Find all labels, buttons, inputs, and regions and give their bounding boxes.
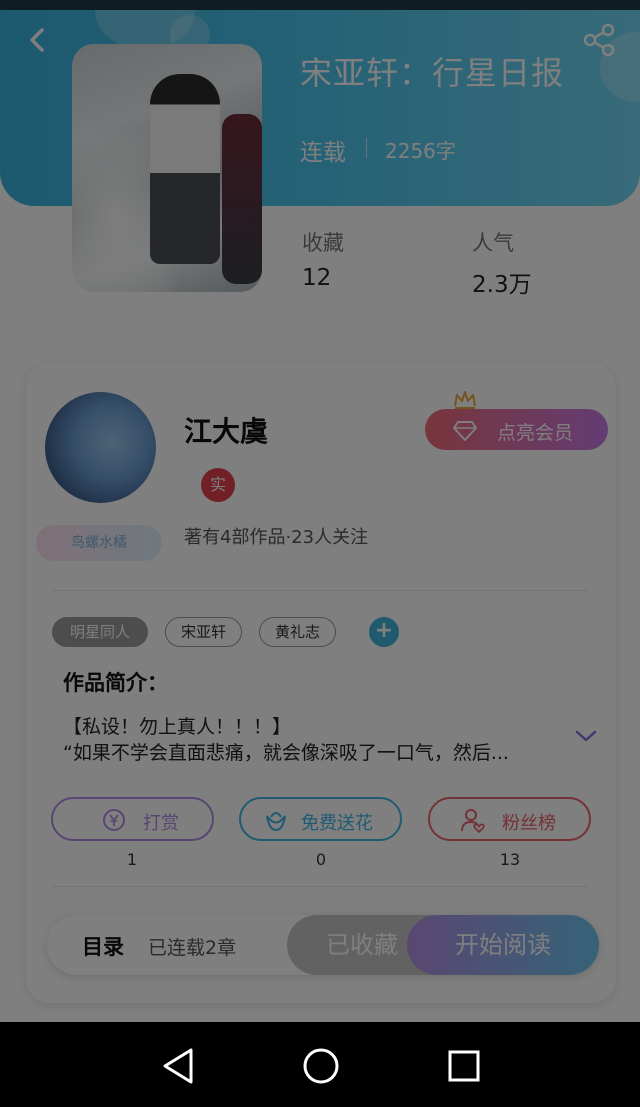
start-reading-button[interactable]: 开始阅读 (407, 915, 599, 975)
chevron-left-icon (30, 28, 44, 52)
intro-text-line: “如果不学会直面悲痛，就会像深吸了一口气，然后... (63, 742, 509, 764)
nav-home-icon[interactable] (297, 1042, 345, 1090)
back-button[interactable] (18, 20, 58, 60)
book-title: 宋亚轩：行星日报 (300, 54, 565, 92)
fan-heart-icon (461, 809, 485, 833)
divider (52, 590, 587, 591)
author-stats: 著有4部作品·23人关注 (184, 527, 369, 548)
reward-count: 1 (126, 850, 138, 869)
meta-divider (366, 138, 367, 158)
status-bar (0, 0, 640, 10)
crown-icon (454, 391, 476, 409)
intro-title: 作品简介： (63, 671, 168, 695)
book-status: 连载 (300, 140, 346, 166)
avatar[interactable] (45, 392, 156, 503)
send-flower-button[interactable]: 免费送花 (239, 797, 402, 841)
favorites-value: 12 (302, 265, 332, 291)
intro-text-line: 【私设！勿上真人！！！】 (63, 716, 292, 738)
verified-badge: 实 (201, 468, 235, 502)
book-cover-image[interactable] (72, 44, 262, 292)
nav-back-icon[interactable] (155, 1042, 203, 1090)
divider (52, 886, 587, 887)
reward-button-label: 打赏 (143, 813, 179, 834)
fan-ranking-label: 粉丝榜 (502, 813, 556, 834)
share-button[interactable] (580, 20, 620, 60)
send-flower-label: 免费送花 (301, 813, 373, 834)
flower-count: 0 (315, 850, 327, 869)
chevron-down-icon[interactable] (574, 728, 598, 744)
word-count: 2256字 (385, 139, 456, 163)
cover-figure (222, 114, 262, 284)
system-nav-bar (0, 1022, 640, 1107)
favorites-label: 收藏 (302, 231, 344, 255)
toc-button[interactable]: 目录 (82, 931, 124, 961)
author-name[interactable]: 江大虞 (184, 410, 268, 450)
tag-item[interactable]: 明星同人 (52, 617, 148, 647)
author-badge-tag: 鸟螺水橘 (36, 525, 162, 561)
fan-ranking-button[interactable]: 粉丝榜 (428, 797, 591, 841)
chapter-count: 已连载2章 (148, 937, 237, 959)
book-detail-screen: 宋亚轩：行星日报 连载 2256字 收藏 12 人气 2.3万 鸟螺水橘 江大虞… (0, 0, 640, 1022)
diamond-icon (453, 421, 477, 441)
reward-button[interactable]: 打赏 (51, 797, 214, 841)
popularity-value: 2.3万 (472, 272, 532, 298)
flower-icon (266, 812, 286, 832)
tag-item[interactable]: 宋亚轩 (165, 617, 242, 647)
yuan-coin-icon (103, 809, 125, 831)
cover-figure (150, 74, 220, 264)
add-tag-button[interactable]: + (369, 617, 399, 647)
tag-item[interactable]: 黄礼志 (259, 617, 336, 647)
nav-recents-icon[interactable] (440, 1042, 488, 1090)
popularity-label: 人气 (472, 231, 514, 255)
fan-count: 13 (499, 850, 521, 869)
share-icon (583, 23, 615, 57)
vip-button[interactable]: 点亮会员 (425, 409, 608, 450)
vip-button-label: 点亮会员 (497, 422, 574, 444)
